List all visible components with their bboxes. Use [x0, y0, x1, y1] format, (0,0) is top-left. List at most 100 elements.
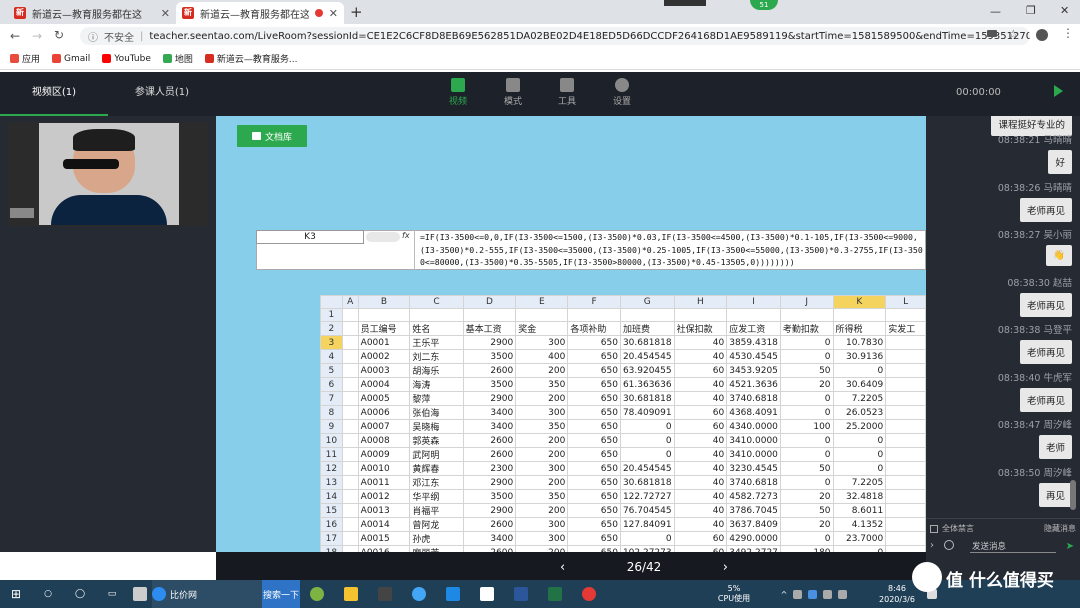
cell[interactable]: 2900: [462, 475, 517, 491]
cell[interactable]: 4521.3636: [726, 377, 781, 393]
cell[interactable]: [885, 489, 926, 505]
cell[interactable]: 0: [779, 447, 834, 463]
cell[interactable]: [341, 447, 359, 463]
cell[interactable]: 8.6011: [832, 503, 887, 519]
row-number[interactable]: 17: [320, 531, 343, 547]
cell[interactable]: 3453.9205: [726, 363, 781, 379]
cell[interactable]: 黄辉春: [409, 461, 464, 477]
search-icon[interactable]: ○: [32, 580, 64, 608]
cell[interactable]: 4290.0000: [726, 531, 781, 547]
cell[interactable]: 40: [673, 489, 728, 505]
row-number[interactable]: 10: [320, 433, 343, 449]
cell[interactable]: 0: [619, 433, 675, 449]
emoji-icon[interactable]: [944, 540, 954, 550]
chrome-icon[interactable]: [572, 580, 606, 608]
word-icon[interactable]: [504, 580, 538, 608]
row-number[interactable]: 11: [320, 447, 343, 463]
cell[interactable]: 40: [673, 335, 728, 351]
cell[interactable]: 26.0523: [832, 405, 887, 421]
cell[interactable]: [341, 517, 359, 533]
tray-icons[interactable]: ^: [754, 580, 874, 608]
minimize-button[interactable]: —: [990, 5, 1001, 18]
cell[interactable]: 华平纲: [409, 489, 464, 505]
cell[interactable]: 50: [779, 461, 834, 477]
cell[interactable]: [885, 461, 926, 477]
cell[interactable]: 0: [779, 475, 834, 491]
cell[interactable]: 200: [515, 503, 569, 519]
cell[interactable]: 0: [832, 461, 887, 477]
cell[interactable]: 127.84091: [619, 517, 675, 533]
cell[interactable]: 4368.4091: [726, 405, 781, 421]
cell[interactable]: A0011: [357, 475, 411, 491]
column-header[interactable]: [320, 295, 343, 310]
cell[interactable]: [341, 377, 359, 393]
cell[interactable]: 3500: [462, 489, 517, 505]
row-number[interactable]: 9: [320, 419, 343, 435]
cell[interactable]: 20: [779, 489, 834, 505]
cell[interactable]: 基本工资: [462, 321, 517, 337]
nav-settings[interactable]: 设置: [604, 78, 640, 112]
cell[interactable]: [341, 489, 359, 505]
cell[interactable]: [885, 349, 926, 365]
cell[interactable]: [341, 531, 359, 547]
cell[interactable]: [341, 308, 359, 323]
cell[interactable]: 350: [515, 419, 569, 435]
column-header[interactable]: G: [619, 295, 675, 310]
cell[interactable]: [341, 335, 359, 351]
cell[interactable]: 3410.0000: [726, 433, 781, 449]
cell[interactable]: [779, 308, 834, 323]
cell[interactable]: 0: [779, 433, 834, 449]
cell[interactable]: [885, 531, 926, 547]
column-header[interactable]: K: [832, 295, 887, 310]
cell[interactable]: 32.4818: [832, 489, 887, 505]
cell[interactable]: 20.454545: [619, 349, 675, 365]
send-icon[interactable]: ➤: [1066, 541, 1074, 552]
cell[interactable]: 30.6409: [832, 377, 887, 393]
cell[interactable]: [885, 503, 926, 519]
cell[interactable]: 650: [567, 363, 621, 379]
cell[interactable]: [885, 405, 926, 421]
new-tab-button[interactable]: +: [350, 3, 363, 21]
star-icon[interactable]: ☆: [1008, 27, 1019, 41]
cell[interactable]: 78.409091: [619, 405, 675, 421]
cell[interactable]: A0015: [357, 531, 411, 547]
cell[interactable]: [885, 363, 926, 379]
row-number[interactable]: 6: [320, 377, 343, 393]
cell[interactable]: [885, 391, 926, 407]
cell[interactable]: 加班费: [619, 321, 675, 337]
cell[interactable]: 2600: [462, 517, 517, 533]
cell[interactable]: 40: [673, 377, 728, 393]
row-number[interactable]: 1: [320, 308, 343, 323]
row-number[interactable]: 4: [320, 349, 343, 365]
cell[interactable]: 张伯海: [409, 405, 464, 421]
cell[interactable]: 650: [567, 447, 621, 463]
cell[interactable]: [885, 433, 926, 449]
cell[interactable]: 应发工资: [726, 321, 781, 337]
cell[interactable]: 30.681818: [619, 335, 675, 351]
cell[interactable]: 各项补助: [567, 321, 621, 337]
cell[interactable]: 0: [619, 419, 675, 435]
cell[interactable]: 650: [567, 391, 621, 407]
cell[interactable]: 黎萍: [409, 391, 464, 407]
cell[interactable]: 63.920455: [619, 363, 675, 379]
cell[interactable]: 2600: [462, 447, 517, 463]
cell[interactable]: 3400: [462, 419, 517, 435]
cell[interactable]: [515, 308, 569, 323]
cell[interactable]: 孙虎: [409, 531, 464, 547]
cell[interactable]: [885, 517, 926, 533]
cell[interactable]: 300: [515, 335, 569, 351]
cell[interactable]: A0002: [357, 349, 411, 365]
cell[interactable]: 3400: [462, 531, 517, 547]
cell[interactable]: [885, 419, 926, 435]
cell[interactable]: 650: [567, 419, 621, 435]
cell[interactable]: 吴晓梅: [409, 419, 464, 435]
cell[interactable]: 2900: [462, 503, 517, 519]
row-number[interactable]: 5: [320, 363, 343, 379]
profile-icon[interactable]: [1036, 29, 1048, 41]
cortana-icon[interactable]: ◯: [64, 580, 96, 608]
nav-tools[interactable]: 工具: [549, 78, 585, 112]
row-number[interactable]: 14: [320, 489, 343, 505]
cell[interactable]: 3410.0000: [726, 447, 781, 463]
bookmark-seentao[interactable]: 新道云—教育服务...: [204, 52, 298, 65]
cell[interactable]: 200: [515, 363, 569, 379]
